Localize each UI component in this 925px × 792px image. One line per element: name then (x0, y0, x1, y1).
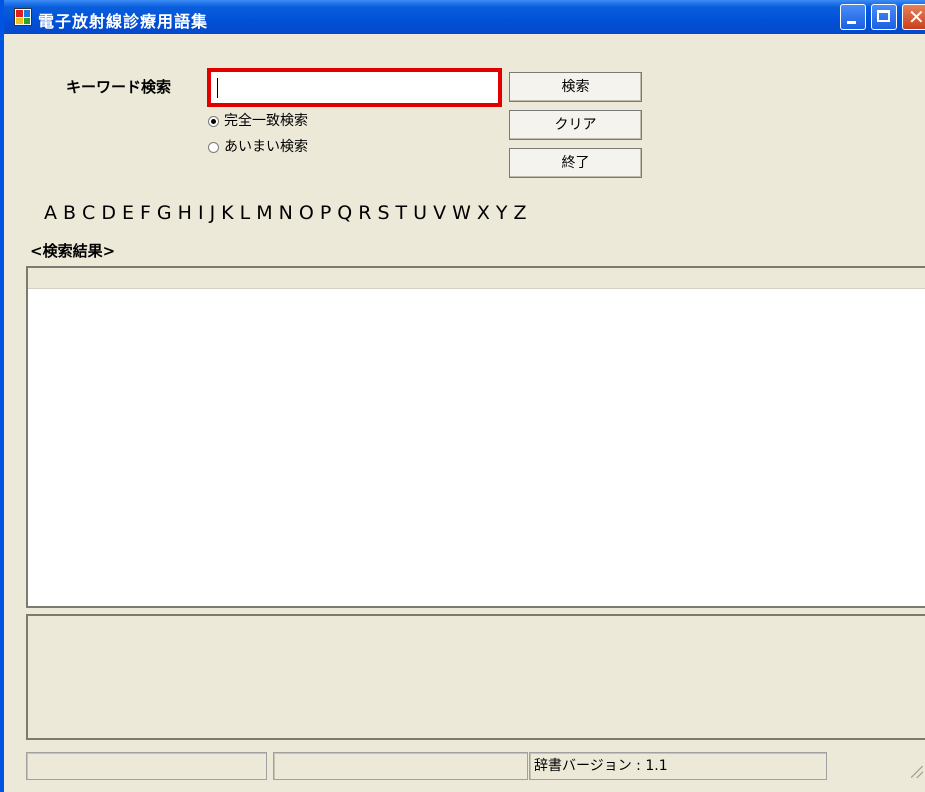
letter-r[interactable]: R (358, 202, 371, 224)
letter-n[interactable]: N (279, 202, 293, 224)
minimize-button[interactable] (840, 4, 866, 30)
results-header (28, 268, 925, 289)
app-icon (14, 8, 32, 26)
keyword-search-input[interactable] (207, 68, 502, 107)
letter-g[interactable]: G (157, 202, 172, 224)
letter-x[interactable]: X (477, 202, 490, 224)
letter-w[interactable]: W (452, 202, 471, 224)
results-label: <検索結果> (30, 242, 116, 260)
letter-m[interactable]: M (256, 202, 272, 224)
window-title: 電子放射線診療用語集 (38, 12, 209, 31)
letter-p[interactable]: P (320, 202, 331, 224)
letter-y[interactable]: Y (496, 202, 508, 224)
fuzzy-match-radio[interactable]: あいまい検索 (208, 136, 308, 156)
letter-v[interactable]: V (433, 202, 446, 224)
main-window: 電子放射線診療用語集 ✕ キーワード検索 検索 クリア 終了 完全一致検索 あい… (0, 0, 925, 792)
detail-panel[interactable] (26, 614, 925, 740)
minimize-icon (847, 21, 856, 24)
letter-l[interactable]: L (240, 202, 251, 224)
letter-t[interactable]: T (396, 202, 408, 224)
status-bar: 辞書バージョン : 1.1 (26, 752, 925, 784)
letter-o[interactable]: O (299, 202, 314, 224)
status-panel-2 (273, 752, 528, 780)
radio-selected-icon (208, 115, 219, 127)
letter-s[interactable]: S (377, 202, 389, 224)
dictionary-version: 辞書バージョン : 1.1 (529, 752, 827, 780)
exact-match-label: 完全一致検索 (224, 113, 308, 129)
results-list[interactable] (26, 266, 925, 608)
exact-match-radio[interactable]: 完全一致検索 (208, 110, 308, 130)
search-button[interactable]: 検索 (509, 72, 642, 102)
letter-b[interactable]: B (63, 202, 76, 224)
letter-e[interactable]: E (122, 202, 134, 224)
letter-i[interactable]: I (198, 202, 204, 224)
status-panel-1 (26, 752, 267, 780)
text-caret (217, 78, 218, 98)
letter-c[interactable]: C (82, 202, 95, 224)
letter-a[interactable]: A (44, 202, 57, 224)
letter-q[interactable]: Q (337, 202, 352, 224)
close-button[interactable]: ✕ (902, 4, 925, 30)
resize-grip-icon[interactable] (911, 766, 923, 778)
fuzzy-match-label: あいまい検索 (224, 139, 308, 155)
letter-k[interactable]: K (221, 202, 233, 224)
maximize-icon (877, 10, 890, 22)
letter-z[interactable]: Z (514, 202, 527, 224)
letter-j[interactable]: J (210, 202, 216, 224)
close-icon: ✕ (908, 5, 925, 29)
keyword-search-label: キーワード検索 (66, 78, 172, 96)
radio-unselected-icon (208, 141, 219, 153)
alphabet-index: ABCDEFGHIJKLMNOPQRSTUVWXYZ (44, 202, 533, 224)
exit-button[interactable]: 終了 (509, 148, 642, 178)
title-bar[interactable]: 電子放射線診療用語集 ✕ (4, 0, 925, 34)
clear-button[interactable]: クリア (509, 110, 642, 140)
maximize-button[interactable] (871, 4, 897, 30)
letter-f[interactable]: F (140, 202, 151, 224)
letter-u[interactable]: U (413, 202, 427, 224)
letter-h[interactable]: H (178, 202, 192, 224)
letter-d[interactable]: D (101, 202, 116, 224)
